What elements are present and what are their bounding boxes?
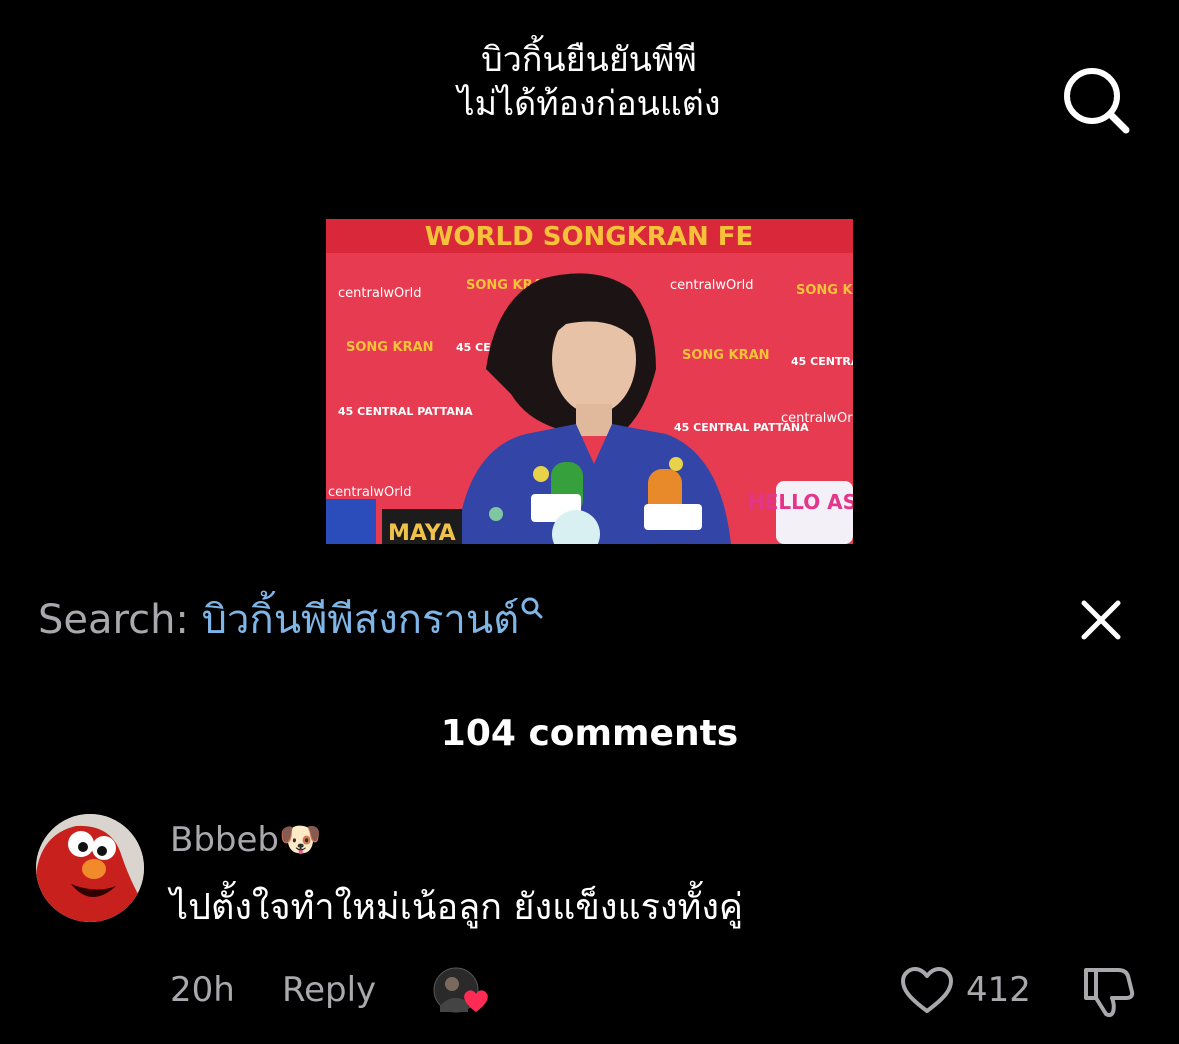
video-title-line-1: บิวกิ้นยืนยันพีพี [481, 40, 697, 80]
video-thumbnail[interactable]: WORLD SONGKRAN FE centralwOrld centralwO… [326, 219, 853, 544]
avatar[interactable] [36, 814, 144, 922]
comment-username[interactable]: Bbbeb🐶 [170, 818, 321, 862]
backdrop-logo: SONG KRAN [796, 283, 853, 298]
thumbs-down-icon [1084, 968, 1135, 1018]
close-icon [1081, 600, 1121, 640]
search-suggestion-bar[interactable]: Search: บิวกิ้นพีพีสงกรานต์ [38, 590, 838, 650]
dislike-button[interactable] [1078, 962, 1138, 1022]
close-button[interactable] [1078, 597, 1124, 643]
comment-timestamp: 20h [170, 970, 235, 1010]
dog-emoji: 🐶 [279, 820, 322, 860]
elmo-avatar-image [36, 814, 144, 922]
heart-icon [901, 967, 953, 1013]
search-prefix: Search: [38, 597, 189, 643]
banner-text: WORLD SONGKRAN FE [425, 222, 754, 252]
like-count: 412 [966, 970, 1031, 1010]
backdrop-logo: 45 CENTRAL PATTANA [791, 355, 853, 368]
backdrop-logo: centralwOrld [328, 485, 411, 500]
comments-count: 104 comments [440, 713, 739, 754]
search-button[interactable] [1056, 62, 1136, 142]
creator-liked-indicator [432, 966, 494, 1018]
search-term[interactable]: บิวกิ้นพีพีสงกรานต์ [202, 597, 520, 643]
mic-label: MAYA [388, 521, 456, 544]
search-term-icon [521, 597, 543, 619]
backdrop-logo: SONG KRAN [346, 340, 434, 355]
backdrop-logo: SONG KRAN [682, 348, 770, 363]
like-button[interactable] [900, 965, 954, 1017]
backdrop-logo: centralwOrld [670, 278, 753, 293]
reply-button[interactable]: Reply [282, 966, 376, 1014]
video-frame: WORLD SONGKRAN FE centralwOrld centralwO… [326, 219, 853, 544]
backdrop-logo: 45 CENTRAL PATTANA [338, 405, 473, 418]
hello-asia-badge: HELLO ASIA [748, 490, 853, 514]
comment-text: ไปตั้งใจทำใหม่เน้อลูก ยังแข็งแรงทั้งคู่ [170, 887, 743, 928]
backdrop-logo: centralwOrld [338, 286, 421, 301]
username-text: Bbbeb [170, 820, 279, 860]
video-title-line-2: ไม่ได้ท้องก่อนแต่ง [457, 84, 721, 124]
backdrop-logo: 45 CENTRAL PATTANA [674, 421, 809, 434]
search-icon [1064, 68, 1130, 134]
video-title: บิวกิ้นยืนยันพีพี ไม่ได้ท้องก่อนแต่ง [289, 38, 889, 126]
